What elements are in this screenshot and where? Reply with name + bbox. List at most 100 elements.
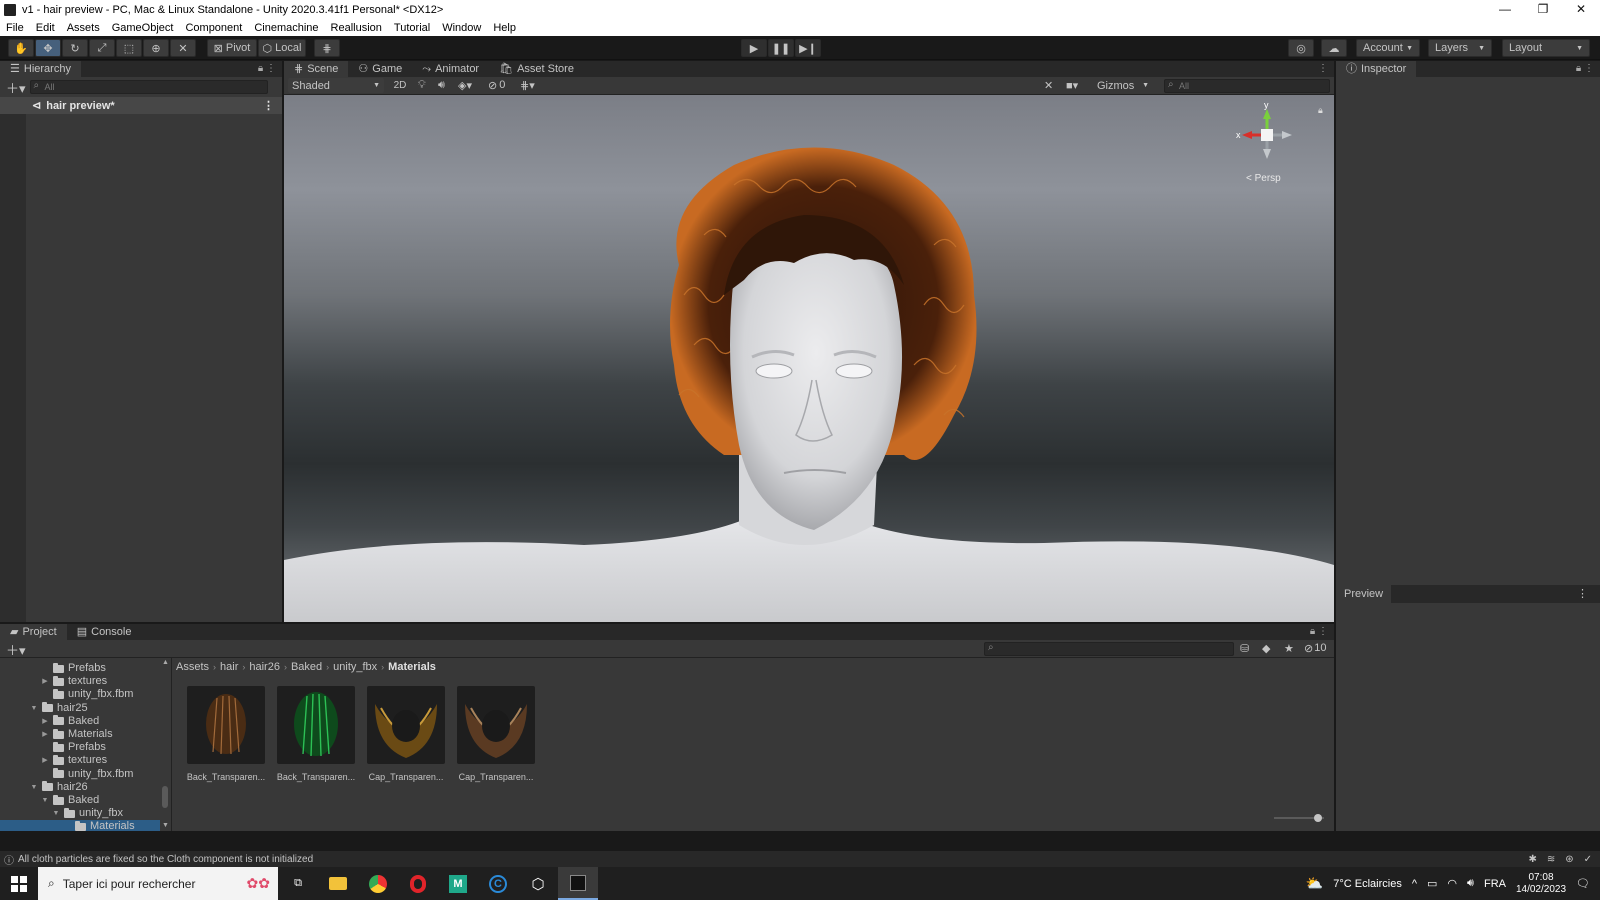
tab-inspector[interactable]: ⓘ Inspector	[1336, 61, 1417, 77]
label-icon[interactable]: ◆	[1262, 642, 1270, 655]
menu-component[interactable]: Component	[179, 22, 248, 34]
more-menu-icon[interactable]: ⋮	[266, 63, 276, 74]
asset-tile[interactable]: Cap_Transparen...	[455, 686, 537, 782]
device-icon[interactable]: ▭	[1427, 877, 1437, 890]
layers-dropdown[interactable]: Layers ▼	[1428, 39, 1492, 57]
more-menu-icon[interactable]: ⋮	[1584, 63, 1594, 74]
opera-app[interactable]	[398, 867, 438, 900]
menu-gameobject[interactable]: GameObject	[106, 22, 180, 34]
projection-label[interactable]: < Persp	[1246, 173, 1281, 184]
breadcrumb-item[interactable]: Assets	[176, 661, 209, 673]
volume-icon[interactable]: 🔊︎	[1467, 877, 1474, 890]
scene-viewport[interactable]: y x < Persp 🔒︎	[284, 95, 1334, 622]
camera-icon[interactable]: ■▾	[1066, 79, 1078, 92]
thumbnail-size-slider[interactable]	[1274, 814, 1324, 822]
more-menu-icon[interactable]: ⋮	[1318, 626, 1328, 637]
local-toggle[interactable]: ⬡ Local	[258, 39, 306, 57]
step-button[interactable]: ▶❙	[795, 39, 821, 57]
unity-hub-app[interactable]: ⬡	[518, 867, 558, 900]
grid-snap-button[interactable]: ⋕	[314, 39, 340, 57]
menu-reallusion[interactable]: Reallusion	[325, 22, 388, 34]
close-icon[interactable]: ✕	[1562, 0, 1600, 20]
clock[interactable]: 07:08 14/02/2023	[1516, 872, 1566, 896]
grid-toggle-icon[interactable]: ⋕▾	[520, 79, 535, 92]
account-dropdown[interactable]: Account ▼	[1356, 39, 1420, 57]
preview-label[interactable]: Preview	[1336, 585, 1392, 603]
chevron-down-icon[interactable]: ▼	[41, 794, 49, 807]
2d-toggle[interactable]: 2D	[389, 78, 411, 93]
hierarchy-search-input[interactable]: All	[29, 80, 268, 94]
lock-icon[interactable]: 🔒︎	[1318, 105, 1323, 116]
tree-scrollbar[interactable]: ▲ ▼	[161, 659, 169, 830]
star-icon[interactable]: ★	[1284, 642, 1294, 655]
visibility-toggle[interactable]: ⊘ 0	[488, 79, 505, 92]
more-menu-icon[interactable]: ⋮	[1569, 585, 1596, 603]
tree-item[interactable]: ▼ Baked	[0, 794, 160, 807]
restore-icon[interactable]: ❐	[1524, 0, 1562, 20]
tree-item[interactable]: ▶ textures	[0, 754, 160, 767]
asset-tile[interactable]: Back_Transparen...	[185, 686, 267, 782]
cloud-button[interactable]: ☁	[1321, 39, 1347, 57]
menu-assets[interactable]: Assets	[61, 22, 106, 34]
network-icon[interactable]: ⊛	[1565, 854, 1573, 865]
minimize-icon[interactable]: —	[1486, 0, 1524, 20]
unity-editor-app[interactable]	[558, 867, 598, 900]
layout-dropdown[interactable]: Layout ▼	[1502, 39, 1590, 57]
chevron-down-icon[interactable]: ▼	[52, 807, 60, 820]
menu-edit[interactable]: Edit	[30, 22, 61, 34]
weather-icon[interactable]: ⛅	[1306, 875, 1323, 892]
tree-scroll-thumb[interactable]	[162, 786, 168, 808]
custom-tool-icon[interactable]: ✕	[170, 39, 196, 57]
chevron-right-icon[interactable]: ▶	[41, 728, 49, 741]
m-app[interactable]: M	[438, 867, 478, 900]
tree-item[interactable]: ▶ Materials	[0, 728, 160, 741]
tab-asset-store[interactable]: 🛍︎ Asset Store	[489, 61, 584, 77]
lighting-icon[interactable]: 💡︎	[418, 79, 426, 92]
tab-hierarchy[interactable]: ☰ Hierarchy	[0, 61, 81, 77]
lock-icon[interactable]: 🔒︎	[1576, 63, 1581, 74]
chevron-down-icon[interactable]: ▼	[30, 702, 38, 715]
tree-item[interactable]: ▼ hair26	[0, 781, 160, 794]
bug-icon[interactable]: ✱	[1528, 854, 1536, 865]
chevron-right-icon[interactable]: ▶	[41, 715, 49, 728]
explorer-app[interactable]	[318, 867, 358, 900]
tab-console[interactable]: ▤ Console	[67, 624, 142, 640]
breadcrumb-item[interactable]: hair26	[249, 661, 280, 673]
tree-item[interactable]: unity_fbx.fbm	[0, 688, 160, 701]
tree-item[interactable]: Materials	[0, 820, 160, 831]
chevron-right-icon[interactable]: ▶	[41, 675, 49, 688]
more-menu-icon[interactable]: ⋮	[1318, 63, 1328, 74]
hand-tool-icon[interactable]: ✋	[8, 39, 34, 57]
chrome-app[interactable]	[358, 867, 398, 900]
orientation-gizmo[interactable]: y x < Persp	[1234, 100, 1304, 184]
weather-text[interactable]: 7°C Eclaircies	[1333, 878, 1402, 890]
scale-tool-icon[interactable]: ⤢	[89, 39, 115, 57]
gizmos-dropdown[interactable]: Gizmos ▼	[1094, 78, 1152, 93]
menu-tutorial[interactable]: Tutorial	[388, 22, 436, 34]
chevron-right-icon[interactable]: ▶	[41, 754, 49, 767]
start-button[interactable]	[0, 867, 38, 900]
add-icon[interactable]: ＋▾	[0, 78, 30, 97]
breadcrumb-item[interactable]: Baked	[291, 661, 322, 673]
tree-item[interactable]: ▶ textures	[0, 675, 160, 688]
tab-animator[interactable]: ⤳ Animator	[412, 61, 489, 77]
rotate-tool-icon[interactable]: ↻	[62, 39, 88, 57]
task-view-button[interactable]: ⧉	[278, 867, 318, 900]
audio-icon[interactable]: 🔊︎	[438, 79, 445, 92]
scene-root-row[interactable]: ⊲ hair preview* ⋮	[0, 97, 282, 114]
asset-tile[interactable]: Back_Transparen...	[275, 686, 357, 782]
tree-item[interactable]: ▼ unity_fbx	[0, 807, 160, 820]
add-icon[interactable]: ＋▾	[6, 640, 26, 659]
stack-icon[interactable]: ≋	[1547, 854, 1555, 865]
effects-icon[interactable]: ◈▾	[458, 79, 472, 92]
tree-item[interactable]: Prefabs	[0, 741, 160, 754]
filter-type-icon[interactable]: ⛁	[1240, 642, 1249, 655]
move-tool-icon[interactable]: ✥	[35, 39, 61, 57]
shading-mode-dropdown[interactable]: Shaded ▼	[288, 78, 384, 93]
c-app[interactable]: C	[478, 867, 518, 900]
status-message[interactable]: All cloth particles are fixed so the Clo…	[18, 854, 313, 865]
chevron-down-icon[interactable]: ▼	[30, 781, 38, 794]
notifications-icon[interactable]: 🗨︎	[1576, 877, 1590, 890]
lock-icon[interactable]: 🔒︎	[1310, 626, 1315, 637]
rect-tool-icon[interactable]: ⬚	[116, 39, 142, 57]
